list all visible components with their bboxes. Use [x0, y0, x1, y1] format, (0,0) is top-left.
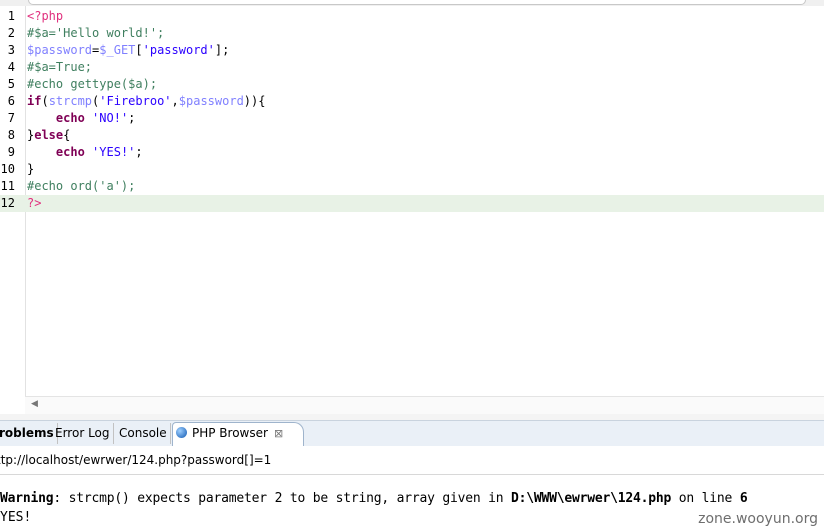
code-line[interactable]: 2 #$a='Hello world!';	[0, 25, 824, 42]
code-line[interactable]: 6 if(strcmp('Firebroo',$password)){	[0, 93, 824, 110]
line-number: 1	[7, 9, 15, 23]
code-token: ?>	[27, 196, 42, 210]
browser-address-bar[interactable]: ttp://localhost/ewrwer/124.php?password[…	[0, 446, 824, 475]
scroll-left-icon[interactable]: ◀	[31, 399, 38, 409]
warning-path: D:\WWW\ewrwer\124.php	[511, 491, 672, 506]
code-token: 'password'	[142, 43, 215, 57]
code-line[interactable]: 3 $password=$_GET['password'];	[0, 42, 824, 59]
warning-text: : strcmp() expects parameter 2 to be str…	[53, 491, 511, 506]
code-token: strcmp	[48, 94, 93, 108]
code-text: <?php	[27, 8, 63, 25]
code-token: #$a=True;	[27, 60, 93, 74]
code-token: 'Firebroo'	[99, 94, 172, 108]
code-token: if	[27, 94, 42, 108]
line-number: 2	[7, 26, 15, 40]
line-number: 11	[0, 179, 15, 193]
code-token: ];	[214, 43, 230, 57]
warning-label: Warning	[0, 491, 54, 506]
code-token: $password	[27, 43, 93, 57]
bottom-panel-tabbar: roblems Error Log Console PHP Browser ⊠	[0, 420, 824, 447]
code-token: #echo gettype($a);	[27, 77, 158, 91]
code-line[interactable]: 9 echo 'YES!';	[0, 144, 824, 161]
line-number: 12	[0, 196, 15, 210]
code-token: {	[63, 128, 71, 142]
code-text: }	[27, 161, 34, 178]
code-text: if(strcmp('Firebroo',$password)){	[27, 93, 265, 110]
code-token: (	[41, 94, 49, 108]
watermark: zone.wooyun.org	[694, 511, 822, 527]
line-number: 9	[7, 145, 15, 159]
result-text: YES!	[0, 510, 32, 525]
code-line[interactable]: 10}	[0, 161, 824, 178]
code-token: 'NO!'	[92, 111, 129, 125]
code-token: }	[27, 162, 35, 176]
tab-label: Error Log	[55, 426, 110, 440]
code-text: #$a=True;	[27, 59, 92, 76]
line-number: 6	[7, 94, 15, 108]
code-token: )){	[243, 94, 266, 108]
code-text: #$a='Hello world!';	[27, 25, 164, 42]
code-text: #echo gettype($a);	[27, 76, 157, 93]
code-token: #echo ord('a');	[27, 179, 136, 193]
warning-line: 6	[739, 491, 748, 506]
code-line[interactable]: 11 #echo ord('a');	[0, 178, 824, 195]
line-number: 3	[7, 43, 15, 57]
code-token: <?php	[27, 9, 64, 23]
line-number: 5	[7, 77, 15, 91]
code-token: $_GET	[99, 43, 136, 57]
code-token: $password	[178, 94, 244, 108]
warning-mid: on line	[671, 491, 740, 506]
code-line[interactable]: 8 }else{	[0, 127, 824, 144]
line-number: 8	[7, 128, 15, 142]
tab-label: Console	[119, 426, 167, 440]
warning-message: Warning: strcmp() expects parameter 2 to…	[0, 491, 748, 506]
code-token: ;	[128, 111, 136, 125]
code-line[interactable]: 12 ?>	[0, 195, 824, 212]
tab-label: PHP Browser	[192, 426, 268, 440]
code-token: [	[135, 43, 143, 57]
code-token: else	[34, 128, 64, 142]
globe-icon	[176, 427, 187, 438]
code-token: echo	[55, 111, 85, 125]
code-line[interactable]: 7 echo 'NO!';	[0, 110, 824, 127]
code-token: ,	[171, 94, 179, 108]
tab-console[interactable]: Console	[116, 423, 171, 444]
tab-problems[interactable]: roblems	[0, 423, 58, 444]
horizontal-scrollbar[interactable]: ◀	[25, 396, 824, 414]
code-line[interactable]: 4 #$a=True;	[0, 59, 824, 76]
tab-php-browser[interactable]: PHP Browser ⊠	[172, 422, 304, 446]
code-text: ?>	[27, 195, 41, 212]
code-token: echo	[55, 145, 85, 159]
tab-error-log[interactable]: Error Log	[52, 423, 114, 444]
tab-label: roblems	[0, 426, 54, 440]
code-text: }else{	[27, 127, 70, 144]
code-line[interactable]: 1 <?php	[0, 8, 824, 25]
code-text: echo 'YES!';	[27, 144, 143, 161]
editor-tab-edge	[28, 0, 806, 5]
close-icon[interactable]: ⊠	[274, 427, 283, 440]
line-number: 10	[0, 162, 15, 176]
url-text[interactable]: ttp://localhost/ewrwer/124.php?password[…	[0, 446, 271, 474]
line-number: 7	[7, 111, 15, 125]
code-token: ;	[135, 145, 143, 159]
code-text: $password=$_GET['password'];	[27, 42, 229, 59]
code-text: echo 'NO!';	[27, 110, 136, 127]
code-token: #$a='Hello world!';	[27, 26, 165, 40]
code-line[interactable]: 5 #echo gettype($a);	[0, 76, 824, 93]
line-number: 4	[7, 60, 15, 74]
code-token: 'YES!'	[92, 145, 136, 159]
code-editor[interactable]: 1 <?php 2 #$a='Hello world!'; 3 $password=$_G…	[0, 6, 824, 396]
code-text: #echo ord('a');	[27, 178, 135, 195]
